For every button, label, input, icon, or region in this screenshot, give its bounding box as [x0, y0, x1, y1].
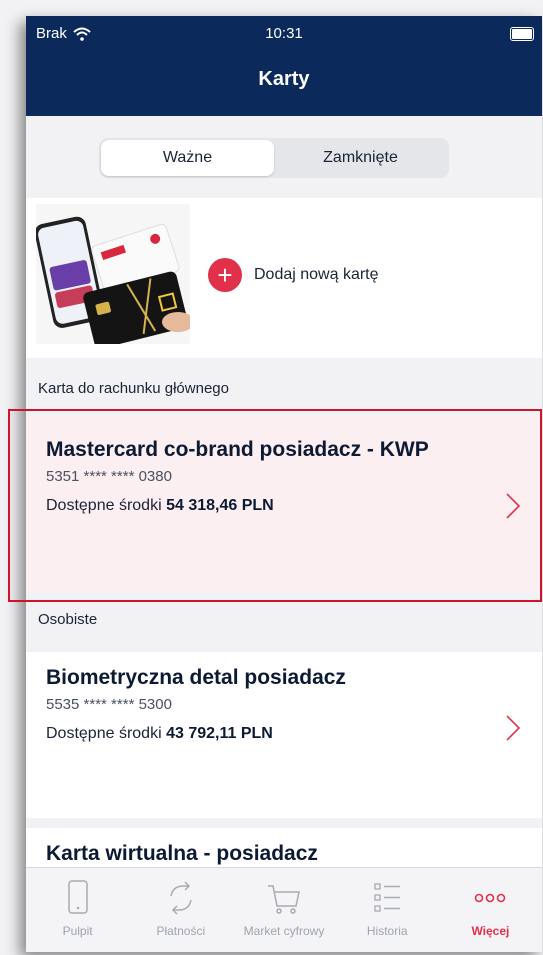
tab-pulpit[interactable]: Pulpit: [26, 868, 129, 952]
card-funds: Dostępne środki 54 318,46 PLN: [46, 497, 522, 515]
funds-value: 54 318,46 PLN: [166, 497, 274, 514]
add-card-action[interactable]: + Dodaj nową kartę: [208, 258, 379, 292]
divider: [26, 818, 542, 828]
card-funds: Dostępne środki 43 792,11 PLN: [46, 725, 522, 743]
card-item[interactable]: Biometryczna detal posiadacz 5535 **** *…: [26, 652, 542, 818]
tab-market[interactable]: Market cyfrowy: [232, 868, 335, 952]
section-personal: Osobiste: [38, 611, 98, 628]
phone-icon: [67, 880, 88, 914]
status-time: 10:31: [265, 25, 303, 42]
funds-value: 43 792,11 PLN: [166, 725, 273, 742]
list-icon: [374, 883, 401, 912]
card-name: Mastercard co-brand posiadacz - KWP: [46, 438, 429, 461]
card-number: 5351 **** **** 0380: [46, 468, 172, 485]
segmented-control: Ważne Zamknięte: [99, 138, 449, 178]
add-card-label: Dodaj nową kartę: [254, 266, 379, 283]
tab-label: Historia: [366, 924, 408, 938]
tab-historia[interactable]: Historia: [336, 868, 439, 952]
segment-area: Ważne Zamknięte: [26, 116, 542, 186]
card-number: 5535 **** **** 5300: [46, 696, 172, 713]
cart-icon: [268, 885, 300, 914]
tab-label: Więcej: [471, 924, 510, 938]
tab-wiecej[interactable]: Więcej: [439, 868, 542, 952]
segment-important[interactable]: Ważne: [101, 140, 274, 176]
card-item[interactable]: Mastercard co-brand posiadacz - KWP 5351…: [26, 416, 542, 592]
tab-label: Market cyfrowy: [243, 924, 325, 938]
add-card-banner[interactable]: + Dodaj nową kartę: [26, 198, 542, 358]
section-main-account: Karta do rachunku głównego: [38, 380, 229, 397]
chevron-right-icon: [506, 715, 521, 741]
phone-frame: Brak 10:31 Karty Ważne Zamknięte + Dodaj…: [26, 16, 542, 952]
tab-bar: Pulpit Płatności Market cyfrowy Historia…: [26, 867, 542, 952]
sync-icon: [170, 881, 192, 915]
funds-label: Dostępne środki: [46, 725, 162, 742]
page-title: Karty: [258, 68, 310, 90]
funds-label: Dostępne środki: [46, 497, 162, 514]
card-name: Biometryczna detal posiadacz: [46, 666, 346, 689]
chevron-right-icon: [506, 493, 521, 519]
tab-label: Płatności: [156, 924, 206, 938]
card-name: Karta wirtualna - posiadacz: [46, 842, 318, 865]
status-bar: Brak 10:31: [26, 16, 542, 52]
plus-icon: +: [208, 258, 242, 292]
tab-label: Pulpit: [62, 924, 93, 938]
tab-platnosci[interactable]: Płatności: [129, 868, 232, 952]
nav-header: Brak 10:31 Karty: [26, 16, 542, 116]
screen: Brak 10:31 Karty Ważne Zamknięte + Dodaj…: [0, 0, 543, 955]
segment-closed[interactable]: Zamknięte: [274, 140, 447, 176]
cards-promo-image: [36, 204, 190, 344]
more-icon: [475, 893, 506, 903]
battery-icon: [510, 27, 534, 41]
